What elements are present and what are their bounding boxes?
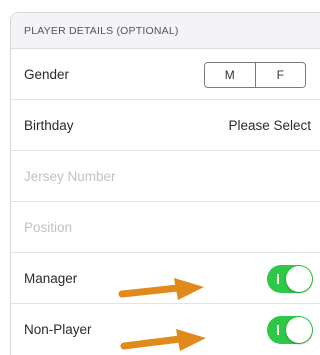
manager-toggle[interactable]: [267, 265, 313, 293]
gender-label: Gender: [24, 66, 70, 82]
position-row[interactable]: Position: [11, 202, 320, 253]
section-header: PLAYER DETAILS (OPTIONAL): [11, 13, 320, 49]
toggle-on-indicator: [277, 274, 279, 284]
right-arrow-icon: [118, 278, 204, 300]
gender-option-f[interactable]: F: [254, 63, 305, 87]
toggle-knob: [286, 317, 312, 343]
jersey-number-row[interactable]: Jersey Number: [11, 151, 320, 202]
gender-option-m[interactable]: M: [205, 63, 255, 87]
right-arrow-icon: [120, 329, 206, 351]
toggle-on-indicator: [277, 325, 279, 335]
toggle-knob: [286, 266, 312, 292]
position-input[interactable]: Position: [24, 220, 72, 235]
birthday-label: Birthday: [24, 117, 74, 133]
jersey-number-input[interactable]: Jersey Number: [24, 169, 116, 184]
gender-row: Gender M F: [11, 49, 320, 100]
gender-segmented-control[interactable]: M F: [204, 62, 306, 88]
manager-label: Manager: [24, 270, 78, 286]
birthday-row[interactable]: Birthday Please Select: [11, 100, 320, 151]
non-player-label: Non-Player: [24, 322, 92, 337]
non-player-toggle[interactable]: [267, 316, 313, 344]
birthday-select[interactable]: Please Select: [228, 100, 311, 150]
